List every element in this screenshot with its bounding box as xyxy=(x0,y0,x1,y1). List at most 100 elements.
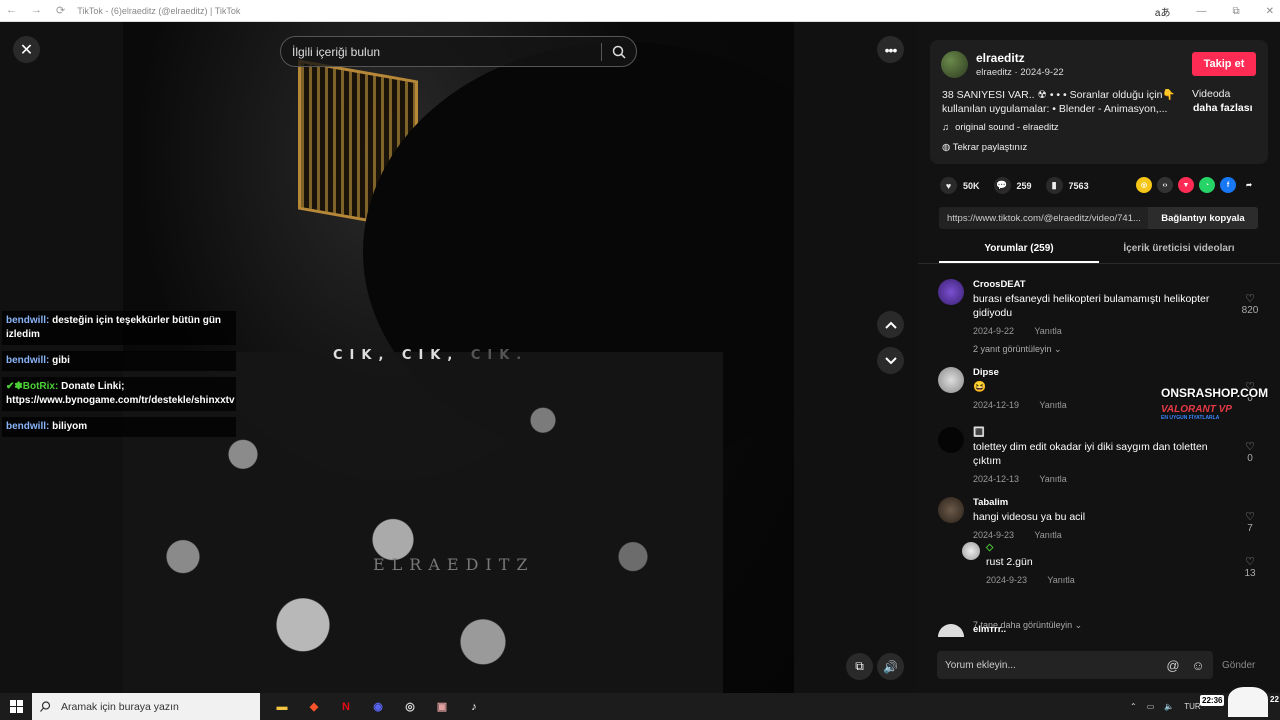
taskbar-search[interactable]: Aramak için buraya yazın xyxy=(32,693,260,720)
view-replies-link[interactable]: 2 yanıt görüntüleyin ⌄ xyxy=(973,344,1062,355)
previous-video-button[interactable] xyxy=(877,311,904,338)
close-video-button[interactable]: ✕ xyxy=(13,36,40,63)
comment-date: 2024-12-19 xyxy=(973,400,1020,410)
emoji-icon[interactable]: ☺ xyxy=(1188,655,1208,675)
reshare-label: Tekrar paylaştınız xyxy=(952,142,1028,153)
author-name[interactable]: elraeditz xyxy=(976,51,1025,65)
more-link[interactable]: daha fazlası xyxy=(1193,102,1253,114)
restore-button[interactable]: ⧉ xyxy=(1232,6,1239,17)
follow-button[interactable]: Takip et xyxy=(1192,52,1256,76)
comment-like[interactable]: ♡ 0 xyxy=(1240,440,1260,464)
mention-icon[interactable]: @ xyxy=(1163,655,1183,675)
comment-item: elmтrr.. xyxy=(938,624,1268,637)
file-explorer-icon[interactable]: ▬ xyxy=(266,693,298,720)
chat-bot-badge-icon: ✔✽ xyxy=(6,381,23,392)
save-stat[interactable]: ▮ 7563 xyxy=(1045,177,1089,194)
avatar[interactable] xyxy=(938,497,964,523)
discord-icon[interactable]: ◉ xyxy=(362,693,394,720)
reply-link[interactable]: Yanıtla xyxy=(1039,400,1066,410)
send-to-friends-icon[interactable]: ▼ xyxy=(1178,177,1194,193)
avatar[interactable] xyxy=(938,367,964,393)
taskbar-clock[interactable]: 22:36 xyxy=(1200,695,1225,706)
image-app-icon[interactable]: ▣ xyxy=(426,693,458,720)
forward-icon[interactable]: → xyxy=(31,4,42,17)
reshare-indicator: ◍ Tekrar paylaştınız xyxy=(942,142,1027,153)
like-stat[interactable]: ♥ 50K xyxy=(940,177,980,194)
netflix-icon[interactable]: N xyxy=(330,693,362,720)
avatar[interactable] xyxy=(962,542,980,560)
comment-input[interactable] xyxy=(937,659,1163,671)
comment-user[interactable]: CroosDEAT xyxy=(973,279,1026,290)
back-icon[interactable]: ← xyxy=(6,4,17,17)
tab-comments[interactable]: Yorumlar (259) xyxy=(939,240,1099,263)
obs-icon[interactable]: ◎ xyxy=(394,693,426,720)
sound-name: original sound - elraeditz xyxy=(955,122,1059,133)
search-input[interactable] xyxy=(281,44,601,59)
reply-link[interactable]: Yanıtla xyxy=(1039,474,1066,484)
chat-message: ✔✽BotRix: Donate Linki; https://www.byno… xyxy=(2,377,236,411)
start-button[interactable] xyxy=(0,693,32,720)
comment-date: 2024-9-23 xyxy=(973,530,1015,540)
network-icon[interactable]: ▭ xyxy=(1147,702,1155,711)
browser-nav: ← → ⟳ xyxy=(6,4,65,17)
send-button[interactable]: Gönder xyxy=(1222,660,1255,671)
comment-like[interactable]: ♡ 13 xyxy=(1240,555,1260,579)
chat-user: BotRix: xyxy=(22,381,59,392)
language-indicator[interactable]: TUR xyxy=(1184,702,1200,711)
avatar[interactable] xyxy=(938,624,964,637)
reply-link[interactable]: Yanıtla xyxy=(1034,530,1061,540)
post-info-card: elraeditz elraeditz · 2024-9-22 Takip et… xyxy=(930,40,1268,164)
share-link-url[interactable]: https://www.tiktok.com/@elraeditz/video/… xyxy=(939,213,1148,224)
comment-user[interactable]: 🔳 xyxy=(973,427,985,438)
taskbar: Aramak için buraya yazın ▬ ◆ N ◉ ◎ ▣ ♪ ⌃… xyxy=(0,687,1280,720)
comment-user[interactable]: elmтrr.. xyxy=(973,624,1006,635)
whatsapp-icon[interactable]: ◔ xyxy=(1199,177,1215,193)
repost-icon[interactable]: ◎ xyxy=(1136,177,1152,193)
tab-creator-videos[interactable]: İçerik üreticisi videoları xyxy=(1099,240,1259,263)
comment-count: 259 xyxy=(1016,180,1032,191)
close-window-button[interactable]: ✕ xyxy=(1266,6,1274,17)
comment-like[interactable]: ♡ 7 xyxy=(1240,510,1260,534)
next-video-button[interactable] xyxy=(877,347,904,374)
minimize-button[interactable]: — xyxy=(1196,6,1206,17)
copy-link-button[interactable]: Bağlantıyı kopyala xyxy=(1148,207,1258,229)
comment-like[interactable]: ♡ 820 xyxy=(1240,292,1260,316)
avatar[interactable] xyxy=(938,427,964,453)
search-icon xyxy=(40,701,51,712)
translate-icon[interactable]: aあ xyxy=(1155,4,1171,19)
avatar[interactable] xyxy=(938,279,964,305)
search-button[interactable] xyxy=(602,45,636,59)
volume-tray-icon[interactable]: 🔈 xyxy=(1164,702,1174,711)
sound-link[interactable]: ♫ original sound - elraeditz xyxy=(942,122,1059,133)
tray-expand-icon[interactable]: ⌃ xyxy=(1130,702,1137,711)
panel-tabs: Yorumlar (259) İçerik üreticisi videolar… xyxy=(939,240,1279,263)
comment-meta: 2024-12-19 Yanıtla xyxy=(973,400,1085,410)
tiktok-icon[interactable]: ♪ xyxy=(458,693,490,720)
comment-text: rust 2.gün xyxy=(986,556,1033,568)
more-icon: ••• xyxy=(884,41,898,58)
reshare-icon: ◍ xyxy=(942,142,951,153)
share-arrow-icon[interactable]: ➦ xyxy=(1241,177,1257,193)
post-description: 38 SANIYESI VAR.. ☢ • • • Soranlar olduğ… xyxy=(942,88,1187,116)
cat-overlay-image xyxy=(1228,687,1268,717)
facebook-icon[interactable]: f xyxy=(1220,177,1236,193)
author-avatar[interactable] xyxy=(941,51,968,78)
embed-icon[interactable]: ‹› xyxy=(1157,177,1173,193)
music-note-icon: ♫ xyxy=(942,122,950,133)
reply-item: ◇ rust 2.gün 2024-9-23 Yanıtla ♡ 13 xyxy=(962,542,1268,612)
comment-meta: 2024-12-13 Yanıtla xyxy=(973,474,1085,484)
comment-user[interactable]: ◇ xyxy=(986,542,993,553)
reply-link[interactable]: Yanıtla xyxy=(1047,575,1074,585)
reload-icon[interactable]: ⟳ xyxy=(56,4,65,17)
description-line-1-end: Videoda xyxy=(1192,88,1231,100)
reply-link[interactable]: Yanıtla xyxy=(1034,326,1061,336)
comment-user[interactable]: Tabalim xyxy=(973,497,1008,508)
brave-browser-icon[interactable]: ◆ xyxy=(298,693,330,720)
volume-button[interactable]: 🔊 xyxy=(877,653,904,680)
floating-player-button[interactable]: ⧉ xyxy=(846,653,873,680)
comment-like-count: 13 xyxy=(1244,568,1256,579)
comment-user[interactable]: Dipse xyxy=(973,367,999,378)
comment-stat[interactable]: 💬 259 xyxy=(993,177,1032,194)
more-options-button[interactable]: ••• xyxy=(877,36,904,63)
comment-like-count: 0 xyxy=(1247,453,1253,464)
